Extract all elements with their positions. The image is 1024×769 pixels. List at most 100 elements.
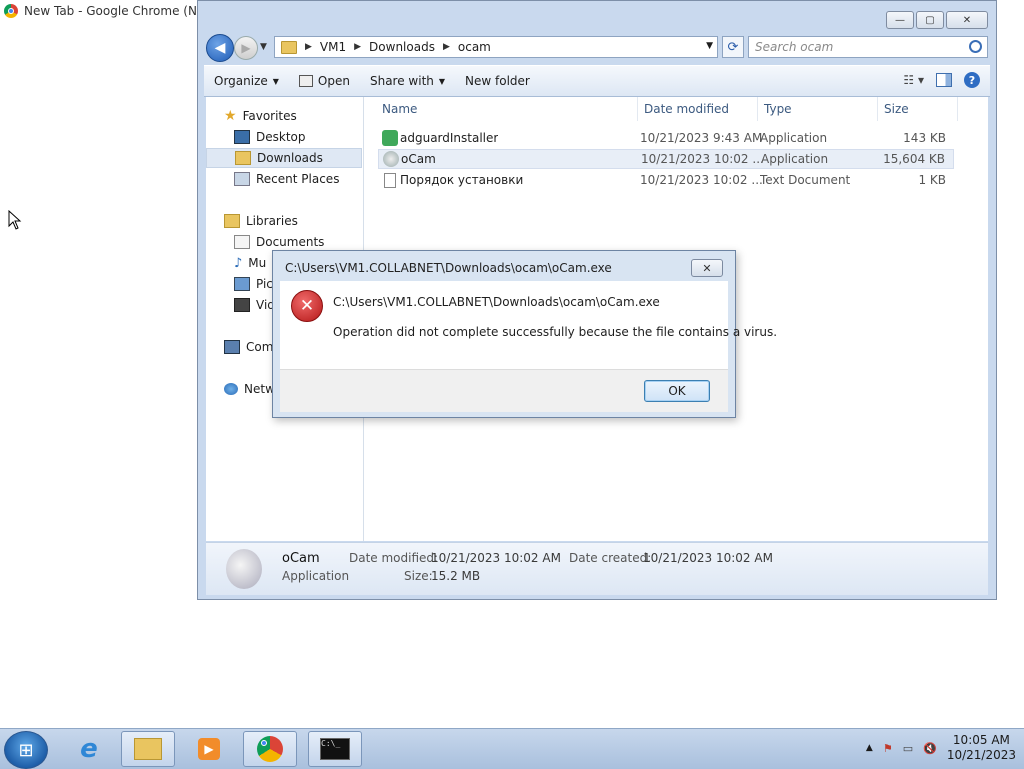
system-tray: ▲ ⚑ ▭ 🔇 10:05 AM 10/21/2023 [866,733,1016,763]
details-size: 15.2 MB [431,569,481,583]
help-icon[interactable]: ? [964,72,980,88]
clock-time: 10:05 AM [952,733,1010,747]
chrome-window-title[interactable]: New Tab - Google Chrome (Not [0,0,204,22]
search-icon[interactable] [969,40,982,53]
back-arrow-icon[interactable]: ◀ [206,34,234,62]
computer-icon [224,340,240,354]
network-status-icon[interactable]: ▭ [903,742,913,755]
file-row[interactable]: oCam 10/21/2023 10:02 ... Application 15… [378,149,954,169]
column-header-size[interactable]: Size [878,97,958,121]
breadcrumb-separator-icon[interactable]: ▶ [443,42,450,52]
text-document-icon [384,172,396,188]
file-type: Application [761,152,829,166]
nav-libraries-label: Libraries [246,214,298,228]
file-date: 10/21/2023 10:02 ... [640,173,763,187]
nav-music-label: Mu [248,256,267,270]
chrome-title-text: New Tab - Google Chrome (Not [24,4,204,18]
open-button[interactable]: Open [289,74,360,88]
file-name: Порядок установки [400,173,524,187]
nav-pictures-label: Pic [256,277,273,291]
volume-muted-icon[interactable]: 🔇 [923,742,937,755]
taskbar: ⊞ e ▶ C:\_ ▲ ⚑ ▭ 🔇 10:05 AM 10/21/2023 [0,728,1024,769]
nav-downloads[interactable]: Downloads [206,148,362,168]
file-name: adguardInstaller [400,131,499,145]
star-icon: ★ [224,108,237,124]
maximize-button[interactable]: ▢ [916,11,944,29]
action-center-flag-icon[interactable]: ⚑ [883,742,893,755]
recent-places-icon [234,172,250,186]
error-dialog: C:\Users\VM1.COLLABNET\Downloads\ocam\oC… [272,250,777,418]
file-name: oCam [401,152,436,166]
details-date-created: 10/21/2023 10:02 AM [643,551,773,565]
column-name-label: Name [382,102,418,116]
details-date-modified: 10/21/2023 10:02 AM [431,551,561,565]
organize-button[interactable]: Organize ▼ [204,74,289,88]
breadcrumb-separator-icon[interactable]: ▶ [354,42,361,52]
file-date: 10/21/2023 9:43 AM [640,131,763,145]
column-header-name[interactable]: Name [376,97,638,121]
media-player-icon[interactable]: ▶ [182,731,236,767]
open-label: Open [317,74,350,88]
dialog-path: C:\Users\VM1.COLLABNET\Downloads\ocam\oC… [333,295,660,309]
search-input[interactable]: Search ocam [748,36,988,58]
windows-explorer-icon[interactable] [121,731,175,767]
window-controls: — ▢ ✕ [886,11,988,29]
minimize-button[interactable]: — [886,11,914,29]
new-folder-label: New folder [465,74,530,88]
preview-pane-icon[interactable] [936,73,952,87]
mouse-cursor-icon [8,210,22,230]
nav-favorites[interactable]: ★ Favorites [224,106,362,126]
clock-date: 10/21/2023 [946,748,1016,762]
details-kind: Application [282,569,350,583]
view-options-icon[interactable]: ☷ ▾ [903,73,924,87]
nav-desktop-label: Desktop [256,130,306,144]
share-with-button[interactable]: Share with ▼ [360,74,455,88]
adguard-shield-icon [382,130,398,146]
address-dropdown-icon[interactable]: ▼ [706,41,713,51]
chrome-taskbar-icon[interactable] [243,731,297,767]
music-icon: ♪ [234,255,243,271]
nav-libraries[interactable]: Libraries [224,211,362,231]
nav-documents[interactable]: Documents [234,232,362,252]
dialog-message: Operation did not complete successfully … [333,325,778,339]
column-header-date[interactable]: Date modified [638,97,758,121]
desktop-icon [234,130,250,144]
show-hidden-icons-icon[interactable]: ▲ [866,743,873,753]
breadcrumb-separator-icon[interactable]: ▶ [305,42,312,52]
command-prompt-icon[interactable]: C:\_ [308,731,362,767]
clock[interactable]: 10:05 AM 10/21/2023 [947,733,1016,763]
breadcrumb-ocam[interactable]: ocam [458,40,491,54]
nav-downloads-label: Downloads [257,151,323,165]
folder-icon [281,40,297,54]
start-button-icon[interactable]: ⊞ [4,731,48,769]
new-folder-button[interactable]: New folder [455,74,540,88]
file-type: Text Document [760,173,851,187]
chrome-icon [257,736,283,762]
column-type-label: Type [764,102,792,116]
breadcrumb-vm1[interactable]: VM1 [320,40,346,54]
nav-favorites-label: Favorites [242,109,297,123]
nav-recent-places[interactable]: Recent Places [234,169,362,189]
recent-pages-dropdown-icon[interactable]: ▼ [260,42,267,52]
column-size-label: Size [884,102,909,116]
close-button[interactable]: ✕ [946,11,988,29]
file-row[interactable]: Порядок установки 10/21/2023 10:02 ... T… [378,170,954,190]
ok-button[interactable]: OK [644,380,710,402]
videos-icon [234,298,250,312]
chevron-down-icon: ▼ [272,76,279,86]
documents-icon [234,235,250,249]
open-icon [298,75,313,87]
internet-explorer-icon[interactable]: e [62,731,116,767]
breadcrumb-downloads[interactable]: Downloads [369,40,435,54]
column-header-type[interactable]: Type [758,97,878,121]
view-controls: ☷ ▾ ? [903,72,980,88]
ocam-large-icon [226,549,262,589]
file-row[interactable]: adguardInstaller 10/21/2023 9:43 AM Appl… [378,128,954,148]
refresh-icon[interactable]: ⟳ [722,36,744,58]
address-bar[interactable]: ▶ VM1 ▶ Downloads ▶ ocam ▼ [274,36,718,58]
dialog-close-button[interactable]: ✕ [691,259,723,277]
error-icon: ✕ [291,290,323,322]
downloads-folder-icon [235,151,251,165]
nav-desktop[interactable]: Desktop [234,127,362,147]
forward-arrow-icon[interactable]: ▶ [234,36,258,60]
